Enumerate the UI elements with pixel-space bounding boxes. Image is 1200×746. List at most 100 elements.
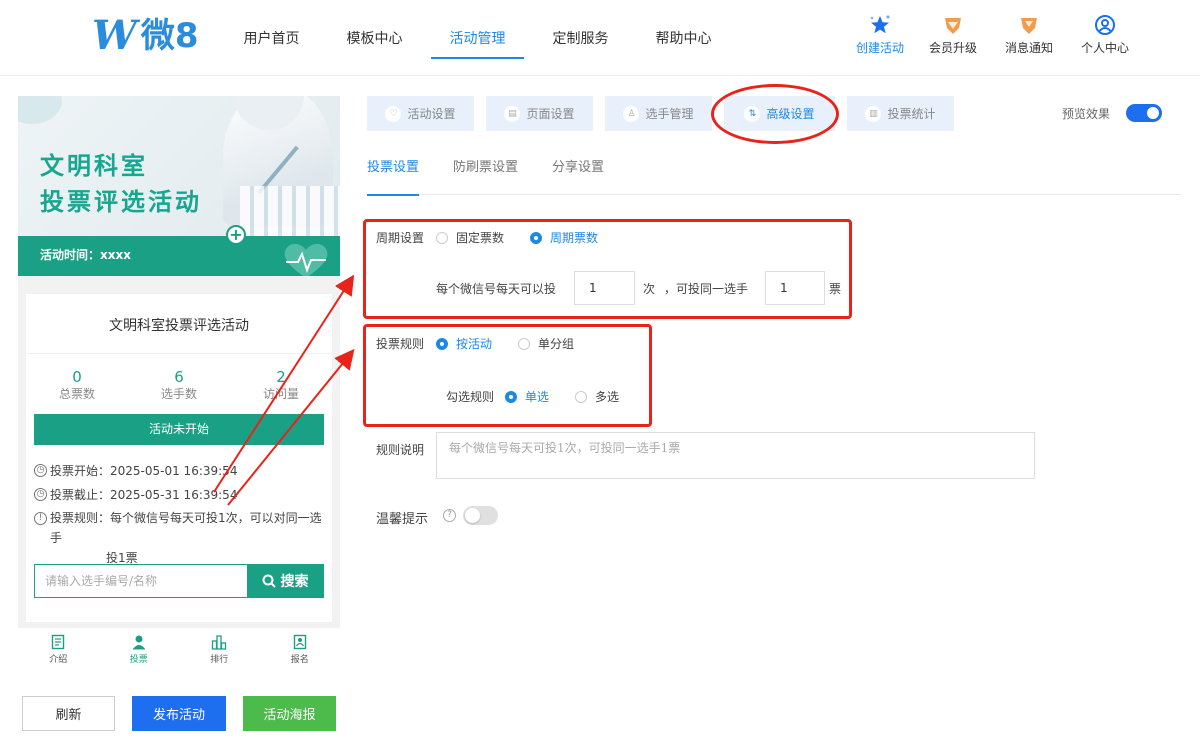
radio-label: 按活动 [456,337,493,351]
activity-poster-button[interactable]: 活动海报 [243,696,336,731]
per-day-times-input[interactable] [574,271,635,305]
vote-rule-text-a: 投票规则：每个微信号每天可投1次，可以对同一选手 [50,511,322,545]
logo-w-mark: W [92,12,137,59]
subtab-share-settings[interactable]: 分享设置 [552,144,604,195]
card-title: 文明科室投票评选活动 [26,294,332,354]
diamond-badge-icon [941,14,965,36]
votes-unit: 票 [829,282,842,296]
search-button[interactable]: 搜索 [247,565,323,597]
banner-activity-time: 活动时间：xxxx [40,248,131,262]
tab-advanced-settings[interactable]: ⇅ 高级设置 [724,96,835,131]
radio-cycle-votes[interactable]: 周期票数 [530,229,598,246]
vote-rule-line: ! 投票规则：每个微信号每天可投1次，可以对同一选手 投1票 [34,508,324,568]
radio-dot [436,231,448,244]
member-upgrade-label: 会员升级 [928,41,977,55]
radio-label: 单分组 [538,337,575,351]
tab-label: 排行 [210,654,229,665]
refresh-button[interactable]: 刷新 [22,696,115,731]
nav-help[interactable]: 帮助中心 [632,0,735,76]
stat-total-votes: 0 总票数 [26,368,128,402]
plus-icon: + [226,225,246,245]
stats-row: 0 总票数 6 选手数 2 访问量 [26,368,332,402]
radio-dot [575,390,587,403]
radio-single-group[interactable]: 单分组 [518,335,574,352]
preview-effect-toggle: 预览效果 [1062,104,1163,122]
banner-title-line-1: 文明科室 [40,152,148,180]
stat-value: 2 [276,368,286,386]
tab-label: 报名 [290,654,309,665]
bell-badge-icon [1017,14,1041,36]
preview-effect-switch[interactable] [1126,104,1163,122]
page-icon: ▤ [504,105,521,122]
subtab-vote-settings[interactable]: 投票设置 [367,144,420,196]
tab-vote[interactable]: 投票 [99,628,180,670]
notifications-button[interactable]: 消息通知 [991,14,1067,56]
clock-icon: ◷ [34,488,47,501]
radio-dot [518,337,530,350]
top-tab-label: 选手管理 [645,107,694,121]
stat-visits: 2 访问量 [230,368,332,402]
main-nav: 用户首页 模板中心 活动管理 定制服务 帮助中心 [220,0,735,76]
nav-templates[interactable]: 模板中心 [323,0,426,76]
tab-label: 介绍 [49,654,68,665]
tab-signup[interactable]: 报名 [260,628,341,670]
player-search-box: 搜索 [34,564,324,598]
activity-status-button[interactable]: 活动未开始 [34,414,324,445]
document-icon [52,634,65,649]
radio-label: 单选 [525,390,550,404]
profile-label: 个人中心 [1080,41,1129,55]
nav-home[interactable]: 用户首页 [220,0,323,76]
tab-label: 投票 [129,654,148,665]
vote-rule-text: 投票规则：每个微信号每天可投1次，可以对同一选手 投1票 [50,508,324,568]
member-upgrade-button[interactable]: 会员升级 [915,14,991,56]
tab-activity-settings[interactable]: ♡ 活动设置 [367,96,474,131]
sliders-icon: ⇅ [744,105,761,122]
question-icon[interactable]: ? [443,509,456,522]
search-icon [262,574,276,588]
tab-intro[interactable]: 介绍 [18,628,99,670]
radio-label: 固定票数 [456,231,505,245]
tab-ranking[interactable]: 排行 [179,628,260,670]
vote-end-line: ◷ 投票截止：2025-05-31 16:39:54 [34,486,237,503]
create-activity-label: 创建活动 [855,41,904,55]
info-icon: ! [34,512,47,525]
profile-button[interactable]: 个人中心 [1067,14,1143,56]
person-icon [132,635,146,649]
nav-activity-management[interactable]: 活动管理 [426,0,529,76]
stat-value: 6 [174,368,184,386]
settings-top-tabs: ♡ 活动设置 ▤ 页面设置 ♙ 选手管理 ⇅ 高级设置 ▥ 投票统计 [367,96,954,131]
subtab-anti-fraud[interactable]: 防刷票设置 [453,144,518,195]
banner-title-line-2: 投票评选活动 [40,188,202,216]
phone-preview: 文明科室 投票评选活动 活动时间：xxxx + 文明科室投票评选活动 0 总票数… [18,96,340,670]
tip-label: 温馨提示 [376,512,429,527]
clock-icon: ◷ [34,464,47,477]
same-player-label: ，可投同一选手 [664,282,749,296]
stat-label: 访问量 [262,387,299,401]
stat-players: 6 选手数 [128,368,230,402]
tab-vote-statistics[interactable]: ▥ 投票统计 [847,96,954,131]
heart-pulse-icon [284,243,328,276]
search-button-label: 搜索 [280,574,309,590]
select-rule-label: 勾选规则 [446,390,495,404]
rule-desc-textarea[interactable] [436,432,1035,479]
logo-text: 微8 [140,16,199,56]
radio-by-activity[interactable]: 按活动 [436,335,492,352]
tip-switch[interactable] [463,506,498,525]
nav-custom-service[interactable]: 定制服务 [529,0,632,76]
radio-fixed-votes[interactable]: 固定票数 [436,229,504,246]
rule-desc-label: 规则说明 [376,443,425,457]
player-search-input[interactable] [35,565,247,597]
logo[interactable]: W 微8 [92,14,199,58]
statistics-icon: ▥ [865,105,882,122]
radio-single-select[interactable]: 单选 [505,388,549,405]
create-activity-button[interactable]: 创建活动 [845,14,915,56]
same-player-votes-input[interactable] [765,271,825,305]
radio-label: 多选 [595,390,620,404]
radio-multi-select[interactable]: 多选 [575,388,619,405]
publish-activity-button[interactable]: 发布活动 [132,696,226,731]
tab-player-management[interactable]: ♙ 选手管理 [605,96,712,131]
activity-info-card: 文明科室投票评选活动 0 总票数 6 选手数 2 访问量 活动未开始 ◷ 投票开… [26,294,332,622]
notifications-label: 消息通知 [1004,41,1053,55]
tab-page-settings[interactable]: ▤ 页面设置 [486,96,593,131]
top-header: W 微8 用户首页 模板中心 活动管理 定制服务 帮助中心 创建活动 会员升级 … [0,0,1200,76]
